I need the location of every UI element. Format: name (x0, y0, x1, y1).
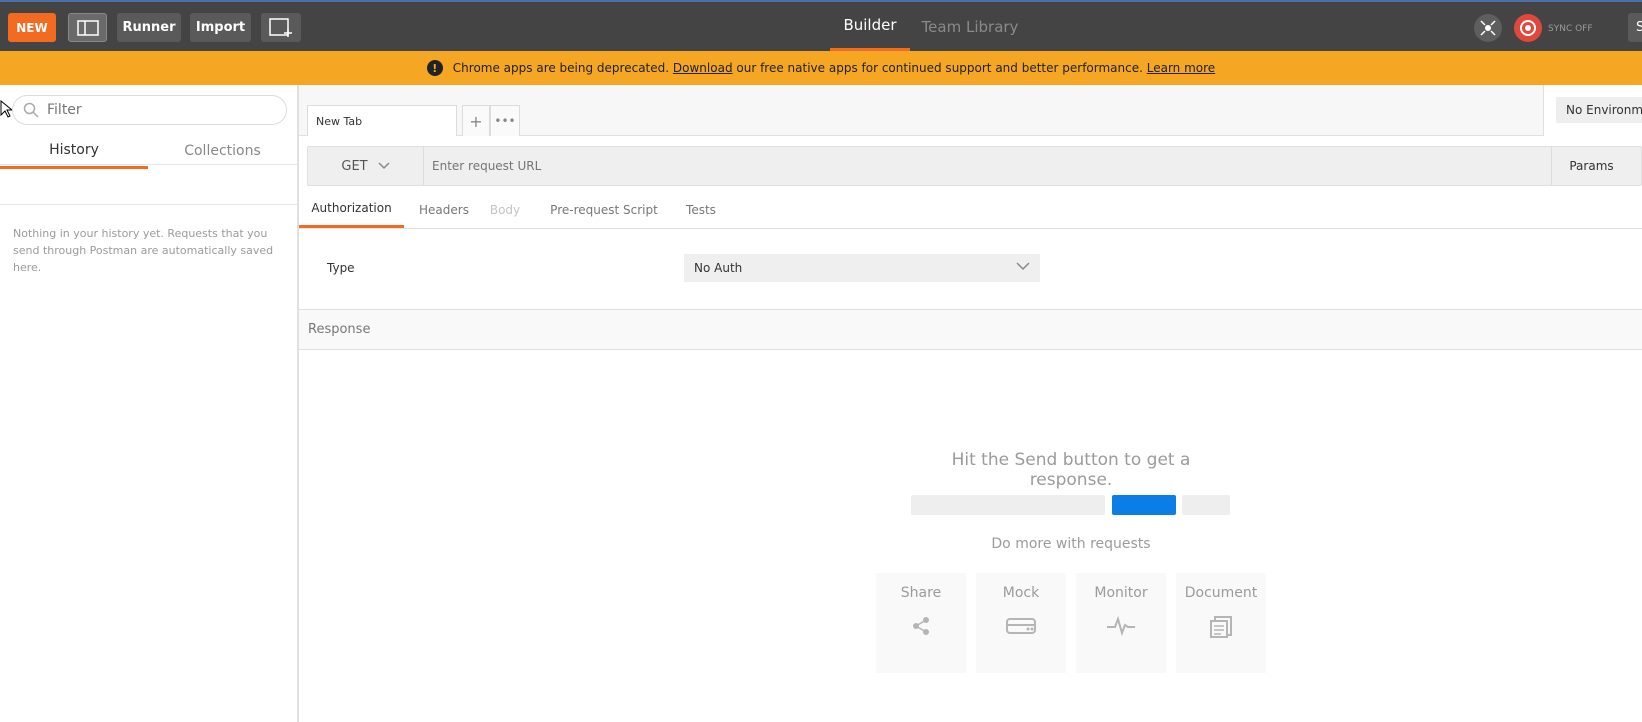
share-icon (913, 617, 929, 635)
hint-illustration-send-button (1112, 495, 1176, 515)
toggle-sidebar-button[interactable] (68, 13, 107, 42)
response-header: Response (299, 310, 1642, 350)
environment-select[interactable]: No Environment (1556, 97, 1642, 123)
share-card[interactable]: Share (876, 573, 966, 673)
runner-button[interactable]: Runner (117, 13, 181, 42)
sidebar-icon (76, 19, 99, 36)
card-label: Document (1184, 585, 1258, 601)
filter-box[interactable] (12, 95, 287, 125)
auth-type-value: No Auth (694, 261, 743, 275)
tab-pre-request-script[interactable]: Pre-request Script (535, 191, 673, 228)
sidebar: History Collections Nothing in your hist… (0, 85, 299, 722)
tab-authorization[interactable]: Authorization (299, 191, 404, 228)
chevron-down-icon (1016, 262, 1030, 271)
more-tabs-button[interactable]: ••• (490, 105, 520, 136)
mouse-cursor-icon (0, 100, 12, 118)
new-window-icon (269, 17, 292, 37)
tab-tests[interactable]: Tests (679, 191, 723, 228)
main-panel: New Tab + ••• No Environment GET Params … (299, 85, 1642, 722)
import-button[interactable]: Import (190, 13, 251, 42)
monitor-pulse-icon (1107, 615, 1135, 637)
request-tab-strip: New Tab + ••• No Environment (299, 85, 1642, 136)
environment-area: No Environment (1543, 85, 1642, 136)
warning-icon: ! (426, 60, 443, 76)
do-more-heading: Do more with requests (991, 536, 1151, 552)
monitor-card[interactable]: Monitor (1076, 573, 1166, 673)
filter-input[interactable] (47, 102, 267, 118)
nav-builder-tab[interactable]: Builder (830, 2, 910, 51)
send-hint: Hit the Send button to get a response. (911, 450, 1231, 490)
document-card[interactable]: Document (1176, 573, 1266, 673)
card-label: Monitor (1094, 585, 1148, 601)
sync-button[interactable] (1514, 14, 1542, 42)
banner-middle-text: our free native apps for continued suppo… (736, 61, 1143, 75)
nav-team-library-tab[interactable]: Team Library (920, 2, 1020, 51)
auth-type-label: Type (327, 261, 355, 275)
send-hint-text: Hit the Send button to get a response. (951, 450, 1191, 490)
sync-off-icon (1520, 20, 1536, 36)
request-url-input[interactable] (432, 155, 1432, 177)
card-label: Share (900, 585, 942, 601)
hint-illustration-url-bar (911, 495, 1105, 515)
method-select[interactable]: GET (308, 147, 424, 185)
sync-status-text: SYNC OFF (1548, 24, 1593, 34)
new-window-button[interactable] (261, 13, 301, 42)
interceptor-button[interactable] (1474, 14, 1502, 42)
history-empty-message: Nothing in your history yet. Requests th… (13, 227, 274, 274)
hint-illustration-save-button (1182, 495, 1230, 515)
card-label: Mock (1002, 585, 1040, 601)
sign-in-button[interactable]: S (1628, 13, 1642, 42)
request-subtabs: Authorization Headers Body Pre-request S… (299, 191, 1642, 229)
top-bar: NEW Runner Import Builder Team Library S… (0, 0, 1642, 51)
tab-headers[interactable]: Headers (409, 191, 479, 228)
auth-type-select[interactable]: No Auth (684, 254, 1040, 282)
mock-server-icon (1006, 618, 1036, 634)
document-icon (1210, 616, 1232, 638)
banner-prefix-text: Chrome apps are being deprecated. (452, 61, 670, 75)
download-link[interactable]: Download (673, 61, 733, 75)
learn-more-link[interactable]: Learn more (1147, 61, 1215, 75)
mock-card[interactable]: Mock (976, 573, 1066, 673)
satellite-icon (1480, 20, 1496, 36)
sidebar-divider (0, 204, 297, 205)
add-tab-button[interactable]: + (462, 105, 490, 136)
params-button[interactable]: Params (1551, 147, 1631, 185)
chevron-down-icon (378, 162, 390, 170)
search-icon (23, 102, 39, 118)
deprecation-banner: ! Chrome apps are being deprecated. Down… (0, 51, 1642, 85)
new-button[interactable]: NEW (8, 13, 56, 42)
url-bar: GET Params (307, 146, 1642, 186)
method-label: GET (341, 158, 368, 174)
request-tab[interactable]: New Tab (307, 105, 457, 136)
tab-body[interactable]: Body (485, 191, 525, 228)
sidebar-divider (0, 164, 297, 165)
